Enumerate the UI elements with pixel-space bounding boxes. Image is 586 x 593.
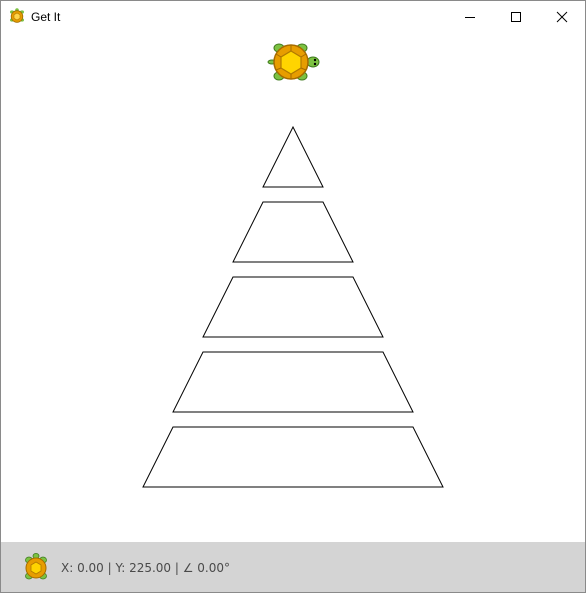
pyramid-base [142, 426, 444, 488]
window-title: Get It [31, 10, 61, 24]
drawing-canvas[interactable] [1, 32, 585, 542]
pyramid-top-triangle [262, 125, 324, 188]
status-bar: X: 0.00 | Y: 225.00 | ∠ 0.00° [1, 542, 585, 592]
maximize-button[interactable] [493, 1, 539, 32]
pyramid-level-3 [202, 276, 384, 338]
app-window: Get It X: 0.00 | Y: 225.00 | ∠ 0.00° [0, 0, 586, 593]
turtle-app-icon [10, 8, 24, 23]
pyramid-level-2 [232, 201, 354, 263]
title-bar[interactable]: Get It [1, 1, 585, 32]
status-turtle-icon [25, 553, 47, 580]
minimize-icon [465, 16, 475, 18]
pyramid-level-4 [172, 351, 414, 413]
status-coordinates: X: 0.00 | Y: 225.00 | ∠ 0.00° [61, 561, 231, 575]
turtle-icon [267, 43, 320, 81]
maximize-icon [511, 11, 521, 22]
close-button[interactable] [539, 1, 585, 32]
close-icon [556, 11, 568, 22]
minimize-button[interactable] [447, 1, 493, 32]
